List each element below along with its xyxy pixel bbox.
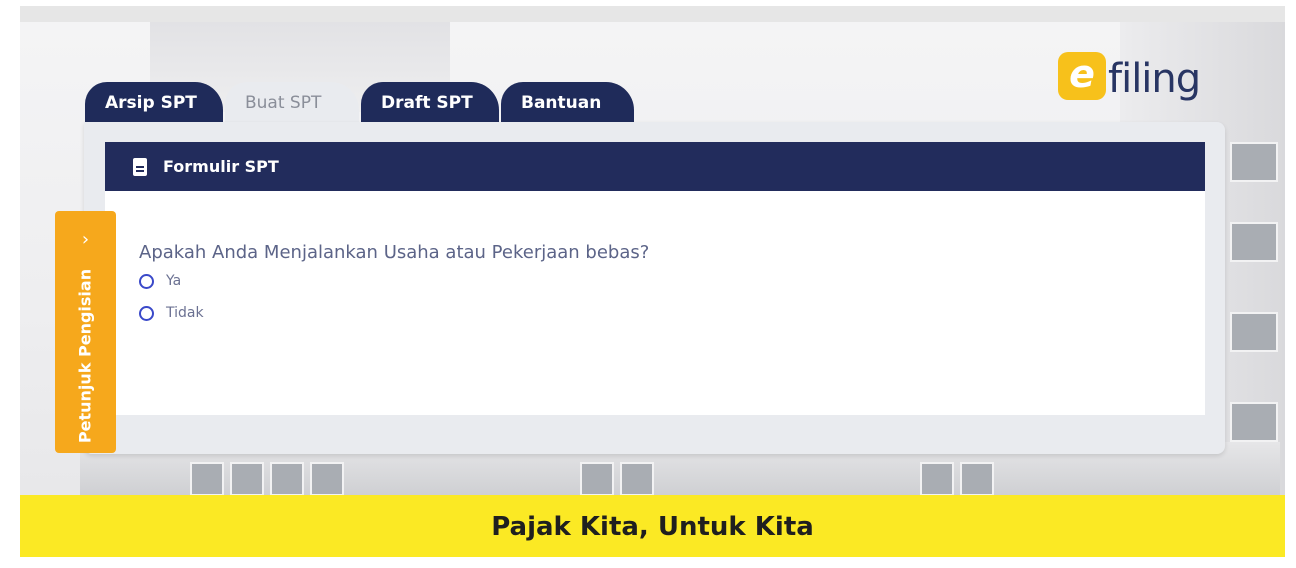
background-window [620, 462, 654, 495]
background-window [1230, 312, 1278, 352]
background-window [1230, 142, 1278, 182]
document-icon [133, 157, 147, 176]
background-window [1230, 222, 1278, 262]
background-window [270, 462, 304, 495]
top-strip [20, 6, 1285, 22]
background-window [310, 462, 344, 495]
radio-button[interactable] [139, 273, 154, 289]
chevron-right-icon: › [81, 229, 90, 250]
tab-label: Arsip SPT [105, 93, 197, 113]
background-window [580, 462, 614, 495]
background-window [920, 462, 954, 495]
tab-draft-spt[interactable]: Draft SPT [361, 82, 499, 122]
tab-buat-spt[interactable]: Buat SPT [225, 82, 359, 122]
tab-label: Buat SPT [245, 93, 322, 113]
option-label: Tidak [166, 305, 204, 321]
radio-button[interactable] [139, 305, 154, 321]
card-header: Formulir SPT [105, 142, 1205, 191]
card-title: Formulir SPT [163, 157, 279, 176]
logo-mark: e [1058, 52, 1106, 100]
form-card: Formulir SPT Apakah Anda Menjalankan Usa… [105, 142, 1205, 415]
background-window [1230, 402, 1278, 442]
side-tab-label: Petunjuk Pengisian [75, 268, 95, 444]
tab-label: Bantuan [521, 93, 602, 113]
background-window [230, 462, 264, 495]
tab-arsip-spt[interactable]: Arsip SPT [85, 82, 223, 122]
tab-panel: Formulir SPT Apakah Anda Menjalankan Usa… [84, 122, 1225, 454]
background-window [960, 462, 994, 495]
logo-text: filing [1108, 56, 1201, 102]
background-window [190, 462, 224, 495]
guide-side-tab[interactable]: › Petunjuk Pengisian [55, 211, 116, 453]
tab-label: Draft SPT [381, 93, 473, 113]
option-ya[interactable]: Ya [139, 273, 181, 289]
tab-bantuan[interactable]: Bantuan [501, 82, 634, 122]
option-label: Ya [166, 273, 182, 289]
option-tidak[interactable]: Tidak [139, 305, 204, 321]
footer-tagline: Pajak Kita, Untuk Kita [20, 495, 1285, 557]
form-question: Apakah Anda Menjalankan Usaha atau Peker… [139, 242, 650, 263]
